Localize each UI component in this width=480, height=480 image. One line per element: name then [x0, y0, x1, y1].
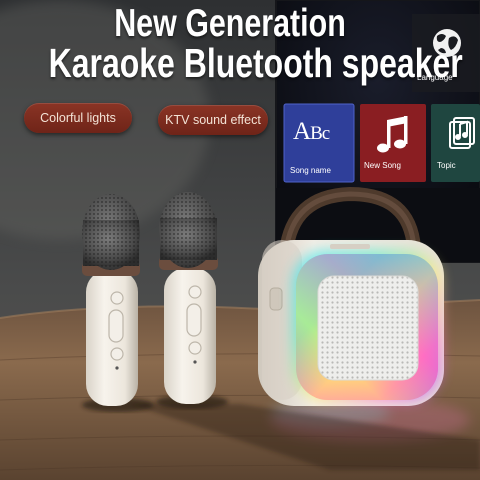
topic-label: Topic [437, 161, 456, 170]
microphone-left [82, 194, 140, 406]
letters-icon: ABc [293, 118, 330, 146]
letters-icon-big: A [293, 118, 311, 145]
letters-icon-small: Bc [310, 123, 330, 144]
new-song-label: New Song [364, 161, 401, 170]
microphone-right [159, 192, 218, 404]
song-name-label: Song name [290, 166, 331, 175]
headline-line-2: Karaoke Bluetooth speaker [48, 40, 463, 86]
product-photo: New Generation Karaoke Bluetooth speaker… [0, 0, 480, 480]
badge-ktv-sound-effect: KTV sound effect [158, 105, 268, 135]
badge-colorful-lights: Colorful lights [24, 103, 132, 133]
language-label: Language [417, 73, 453, 82]
